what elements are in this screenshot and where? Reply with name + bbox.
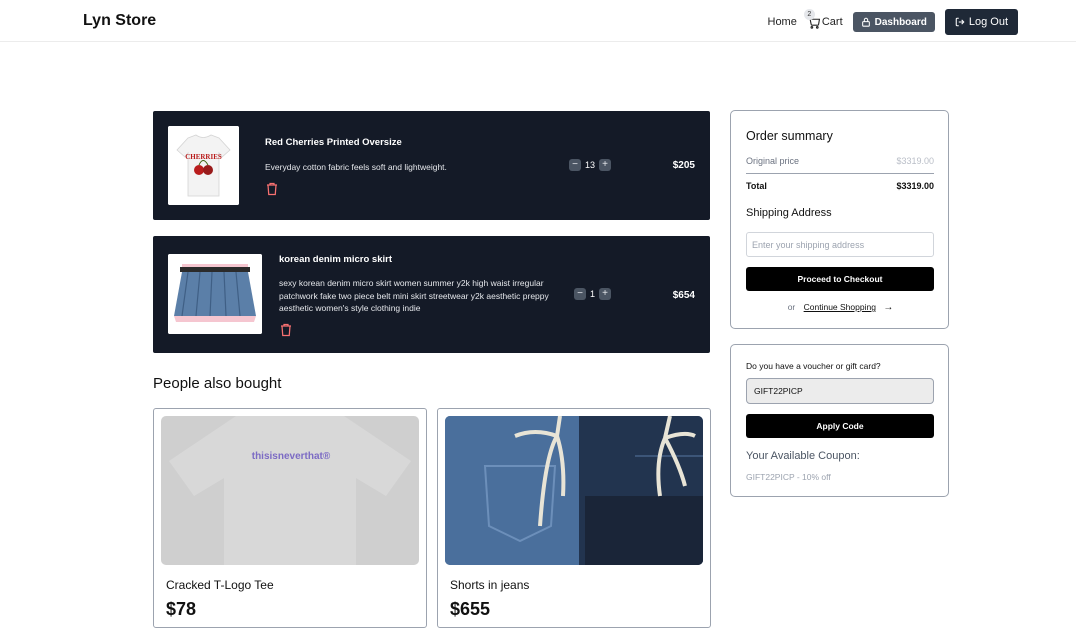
quantity-value: 13 [585, 160, 596, 170]
continue-shopping-link[interactable]: Continue Shopping [804, 302, 876, 312]
divider [746, 173, 934, 174]
voucher-label: Do you have a voucher or gift card? [746, 361, 881, 371]
item-name: Red Cherries Printed Oversize [265, 137, 402, 148]
total-row: Total $3319.00 [746, 181, 934, 191]
increase-quantity-button[interactable]: + [599, 159, 612, 171]
quantity-stepper: − 13 + [569, 159, 612, 171]
logout-icon [955, 17, 965, 27]
product-image[interactable] [445, 416, 703, 565]
item-price: $654 [672, 290, 695, 301]
shipping-address-label: Shipping Address [746, 207, 832, 219]
continue-shopping-row: or Continue Shopping → [731, 302, 950, 313]
trash-icon[interactable] [280, 323, 292, 337]
dashboard-button[interactable]: Dashboard [852, 12, 935, 32]
cart-item: CHERRIES Red Cherries Printed Oversize E… [153, 111, 710, 220]
navbar: Lyn Store Home 2 Cart Dashboard Log Out [0, 0, 1076, 42]
original-price-label: Original price [746, 156, 800, 166]
logout-button[interactable]: Log Out [944, 9, 1018, 35]
increase-quantity-button[interactable]: + [599, 288, 612, 300]
nav-actions: Home 2 Cart Dashboard Log Out [768, 8, 1018, 35]
product-name: Cracked T-Logo Tee [166, 578, 274, 592]
order-summary-panel: Order summary Original price $3319.00 To… [730, 110, 949, 329]
quantity-value: 1 [590, 289, 596, 299]
product-price: $78 [166, 599, 197, 619]
voucher-panel: Do you have a voucher or gift card? Appl… [730, 344, 949, 497]
item-name: korean denim micro skirt [279, 254, 392, 265]
voucher-code-input[interactable] [746, 378, 934, 404]
item-image[interactable] [168, 254, 262, 334]
apply-code-button[interactable]: Apply Code [746, 414, 934, 438]
item-description: Everyday cotton fabric feels soft and li… [265, 162, 447, 172]
svg-text:CHERRIES: CHERRIES [185, 153, 222, 161]
item-image[interactable]: CHERRIES [168, 126, 239, 205]
item-price: $205 [672, 160, 695, 171]
checkout-button[interactable]: Proceed to Checkout [746, 267, 934, 291]
original-price-value: $3319.00 [896, 156, 934, 166]
total-label: Total [746, 181, 767, 191]
tshirt-image: CHERRIES [168, 126, 239, 205]
arrow-right-icon: → [883, 302, 894, 313]
quantity-stepper: − 1 + [574, 288, 612, 300]
cart-item: korean denim micro skirt sexy korean den… [153, 236, 710, 353]
cart-label: Cart [821, 16, 843, 28]
product-card[interactable]: thisisneverthat® Cracked T-Logo Tee $78 [153, 408, 427, 628]
logout-label: Log Out [968, 16, 1008, 28]
product-price: $655 [450, 599, 491, 619]
skirt-image [168, 254, 262, 334]
cart-count-badge: 2 [803, 8, 815, 20]
trash-icon[interactable] [266, 182, 278, 196]
nav-home-link[interactable]: Home [768, 16, 797, 28]
nav-cart-link[interactable]: 2 Cart [803, 8, 843, 29]
product-image[interactable]: thisisneverthat® [161, 416, 419, 565]
product-card[interactable]: Shorts in jeans $655 [437, 408, 711, 628]
lock-icon [861, 17, 870, 27]
section-title: People also bought [153, 375, 282, 392]
available-coupon-title: Your Available Coupon: [746, 450, 860, 462]
brand-logo[interactable]: Lyn Store [83, 12, 156, 30]
total-value: $3319.00 [896, 181, 934, 191]
summary-title: Order summary [746, 129, 833, 143]
dashboard-label: Dashboard [874, 16, 927, 28]
original-price-row: Original price $3319.00 [746, 156, 934, 166]
item-description: sexy korean denim micro skirt women summ… [279, 278, 549, 313]
tee-image: thisisneverthat® [161, 416, 419, 565]
tee-logo-text: thisisneverthat® [252, 451, 331, 462]
available-coupon-text: GIFT22PICP - 10% off [746, 472, 831, 482]
or-text: or [787, 302, 796, 312]
decrease-quantity-button[interactable]: − [569, 159, 581, 171]
shipping-address-input[interactable] [746, 232, 934, 257]
decrease-quantity-button[interactable]: − [574, 288, 586, 300]
product-name: Shorts in jeans [450, 578, 530, 592]
jeans-image [445, 416, 703, 565]
